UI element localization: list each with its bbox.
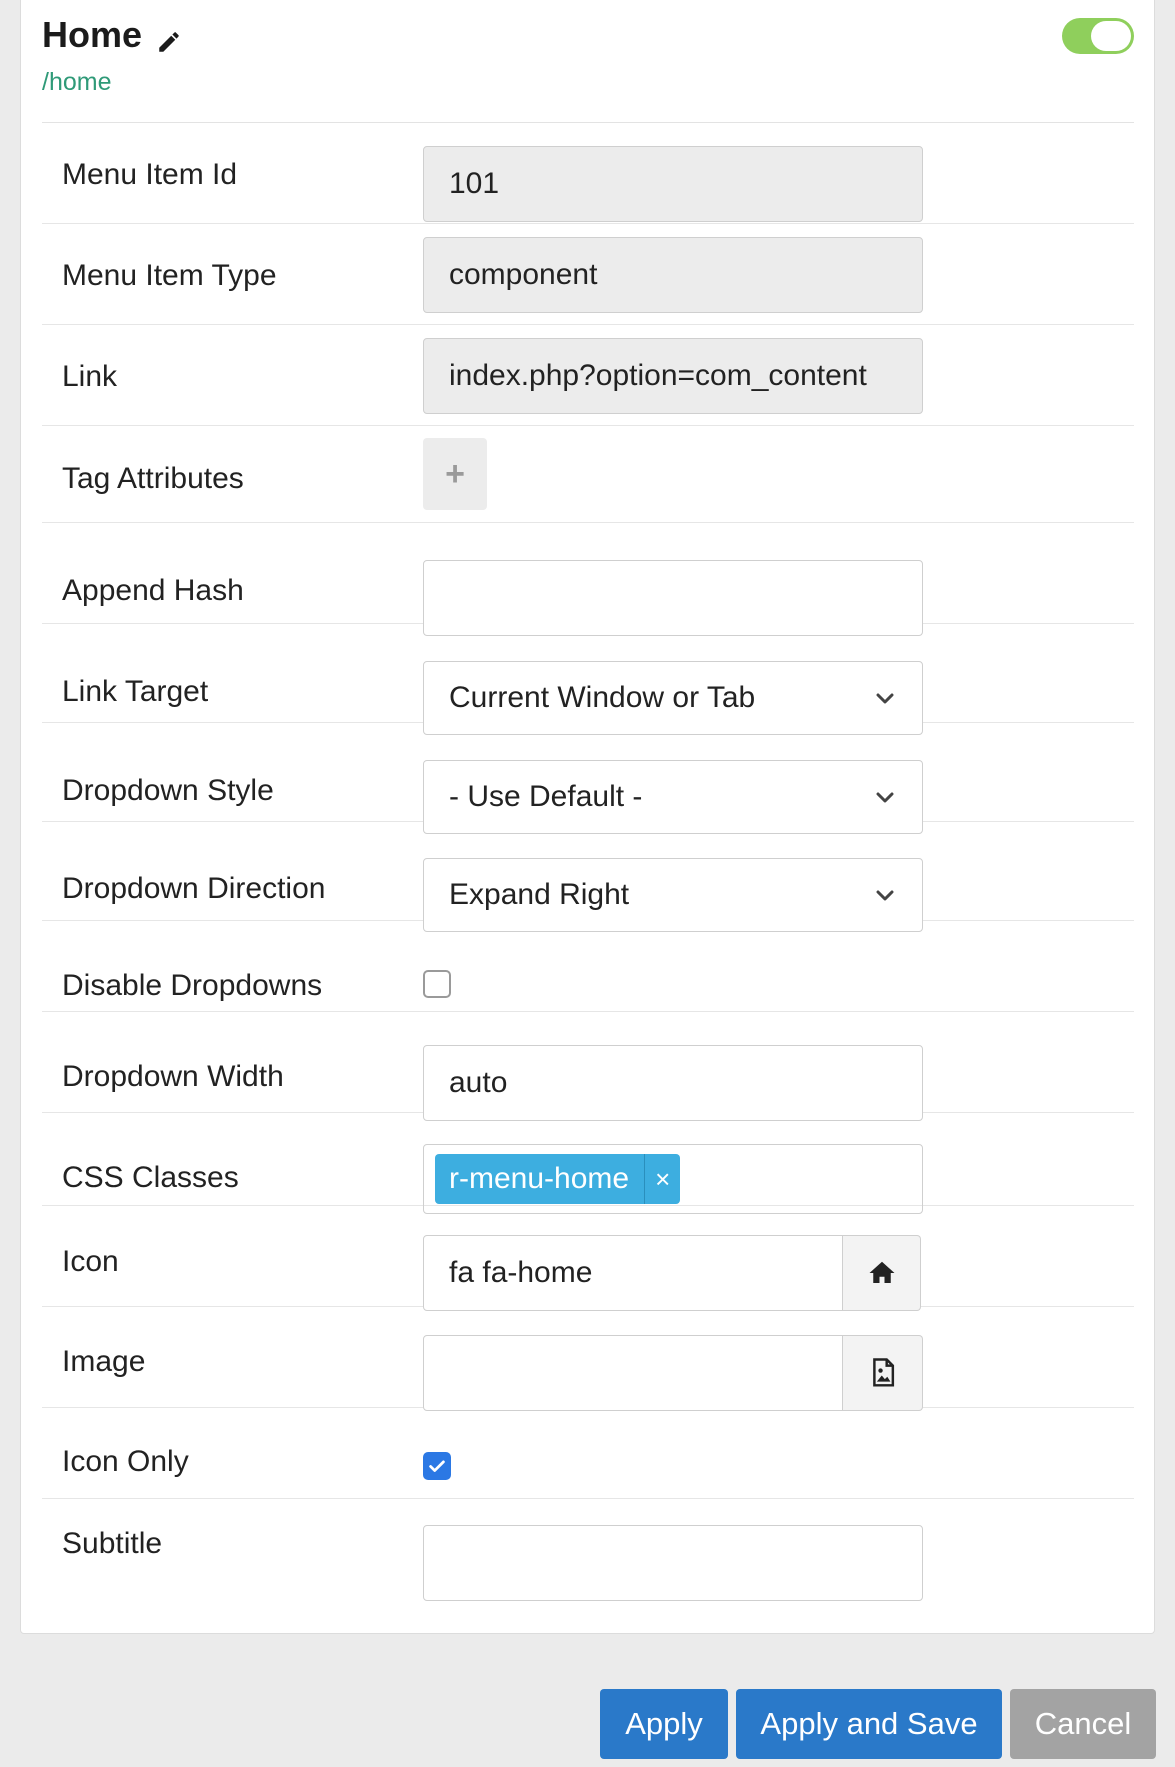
- icon-input[interactable]: fa fa-home: [423, 1235, 843, 1311]
- apply-and-save-button[interactable]: Apply and Save: [736, 1689, 1002, 1759]
- row-icon-only: Icon Only: [42, 1409, 1134, 1499]
- row-dropdown-direction: Dropdown Direction Expand Right: [42, 823, 1134, 932]
- link-target-value: Current Window or Tab: [449, 681, 756, 714]
- row-link: Link index.php?option=com_content: [42, 326, 1134, 426]
- apply-button[interactable]: Apply: [600, 1689, 728, 1759]
- link-field[interactable]: index.php?option=com_content: [423, 338, 923, 414]
- row-disable-dropdowns: Disable Dropdowns: [42, 922, 1134, 1012]
- dropdown-direction-label: Dropdown Direction: [62, 872, 326, 905]
- row-menu-item-type: Menu Item Type component: [42, 225, 1134, 325]
- link-target-label: Link Target: [62, 675, 209, 708]
- icon-label: Icon: [62, 1245, 119, 1278]
- panel-header: Home /home: [42, 0, 1134, 123]
- dropdown-direction-value: Expand Right: [449, 878, 630, 911]
- image-picker-button[interactable]: [843, 1335, 923, 1411]
- chevron-down-icon: [876, 890, 894, 901]
- disable-dropdowns-checkbox[interactable]: [423, 970, 451, 998]
- row-link-target: Link Target Current Window or Tab: [42, 625, 1134, 735]
- row-icon: Icon fa fa-home: [42, 1207, 1134, 1311]
- title-text: Home: [42, 14, 143, 55]
- row-dropdown-width: Dropdown Width auto: [42, 1013, 1134, 1121]
- icon-picker-button[interactable]: [843, 1235, 921, 1311]
- icon-only-checkbox[interactable]: [423, 1452, 451, 1480]
- row-dropdown-style: Dropdown Style - Use Default -: [42, 724, 1134, 834]
- remove-tag-icon[interactable]: ×: [644, 1154, 680, 1204]
- image-label: Image: [62, 1345, 146, 1378]
- subtitle-input[interactable]: [423, 1525, 923, 1601]
- css-class-tag: r-menu-home ×: [435, 1154, 681, 1204]
- row-css-classes: CSS Classes r-menu-home ×: [42, 1114, 1134, 1214]
- menu-item-type-field[interactable]: component: [423, 237, 923, 313]
- chevron-down-icon: [876, 792, 894, 803]
- chevron-down-icon: [876, 693, 894, 704]
- dropdown-width-label: Dropdown Width: [62, 1060, 284, 1093]
- dropdown-width-input[interactable]: auto: [423, 1045, 923, 1121]
- pencil-icon[interactable]: [156, 22, 182, 52]
- css-classes-label: CSS Classes: [62, 1161, 239, 1194]
- cancel-button[interactable]: Cancel: [1010, 1689, 1156, 1759]
- home-icon: [869, 1261, 894, 1283]
- row-tag-attributes: Tag Attributes +: [42, 427, 1134, 523]
- append-hash-label: Append Hash: [62, 574, 244, 607]
- row-subtitle: Subtitle: [42, 1500, 1134, 1610]
- tag-attributes-label: Tag Attributes: [62, 462, 244, 495]
- disable-dropdowns-label: Disable Dropdowns: [62, 969, 323, 1002]
- subtitle-label: Subtitle: [62, 1527, 163, 1560]
- css-class-tag-label: r-menu-home: [449, 1162, 630, 1195]
- action-footer: Apply Apply and Save Cancel: [0, 1666, 1175, 1767]
- icon-only-label: Icon Only: [62, 1445, 189, 1478]
- toggle-knob: [1091, 21, 1131, 51]
- menu-item-id-field[interactable]: 101: [423, 146, 923, 222]
- link-label: Link: [62, 360, 118, 393]
- menu-item-path: /home: [42, 68, 112, 96]
- row-menu-item-id: Menu Item Id 101: [42, 124, 1134, 224]
- page-title: Home: [42, 14, 182, 56]
- checkmark-icon: [429, 1460, 445, 1472]
- menu-item-panel: Home /home Menu Item Id 101 Menu Item Ty…: [20, 0, 1155, 1634]
- add-tag-attribute-button[interactable]: +: [423, 438, 487, 510]
- menu-item-id-label: Menu Item Id: [62, 158, 238, 191]
- menu-item-type-label: Menu Item Type: [62, 259, 277, 292]
- published-toggle[interactable]: [1062, 18, 1134, 54]
- dropdown-direction-select[interactable]: Expand Right: [423, 858, 923, 932]
- css-classes-input[interactable]: r-menu-home ×: [423, 1144, 923, 1214]
- image-input[interactable]: [423, 1335, 843, 1411]
- dropdown-style-label: Dropdown Style: [62, 774, 274, 807]
- row-image: Image: [42, 1308, 1134, 1411]
- image-icon: [872, 1358, 894, 1387]
- row-append-hash: Append Hash: [42, 524, 1134, 636]
- dropdown-style-value: - Use Default -: [449, 780, 643, 813]
